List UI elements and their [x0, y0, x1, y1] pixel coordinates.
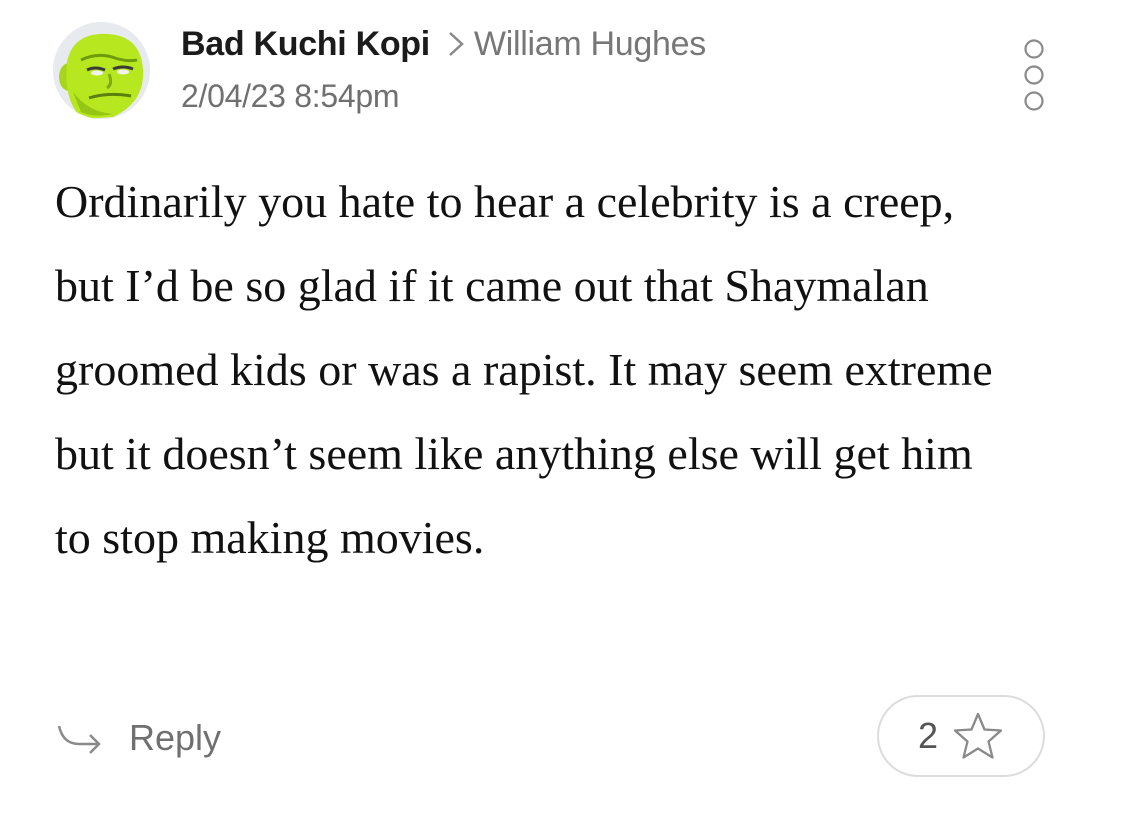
- author-name[interactable]: Bad Kuchi Kopi: [181, 25, 430, 64]
- comment-timestamp[interactable]: 2/04/23 8:54pm: [181, 78, 400, 115]
- more-options-button[interactable]: [1016, 38, 1052, 114]
- star-count: 2: [917, 715, 939, 756]
- comment-body: Ordinarily you hate to hear a celebrity …: [55, 176, 993, 563]
- more-options-icon: [1024, 39, 1044, 111]
- reply-arrow-icon: [57, 725, 101, 754]
- avatar-face-icon: [53, 22, 150, 119]
- comment-card: Bad Kuchi Kopi William Hughes 2/04/23 8:…: [0, 0, 1125, 828]
- reply-to-author[interactable]: William Hughes: [474, 25, 706, 64]
- chevron-right-icon: [449, 32, 464, 56]
- star-button[interactable]: 2: [877, 695, 1045, 777]
- star-outline-icon: [953, 712, 1003, 759]
- reply-button[interactable]: Reply: [55, 712, 221, 764]
- author-line: Bad Kuchi Kopi William Hughes: [181, 22, 706, 66]
- avatar[interactable]: [53, 22, 150, 119]
- reply-label: Reply: [129, 717, 222, 758]
